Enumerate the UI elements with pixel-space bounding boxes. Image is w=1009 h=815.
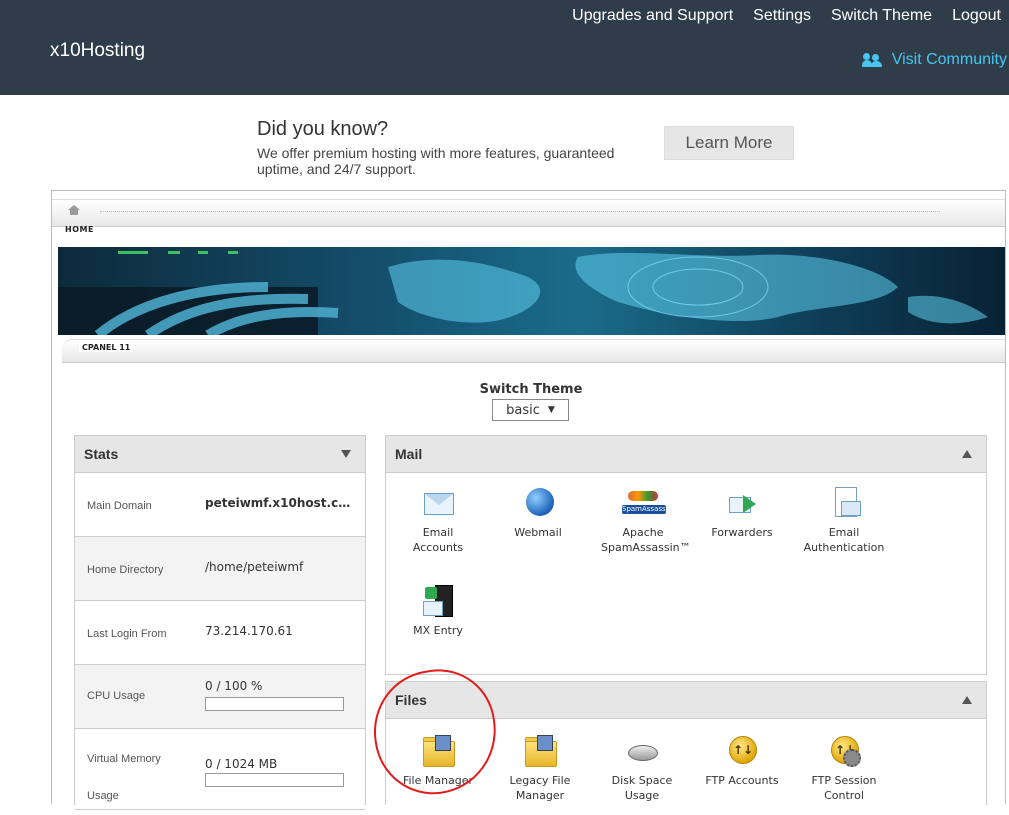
app-label: Email Accounts (412, 526, 464, 554)
app-label: Disk Space Usage (611, 774, 673, 802)
stat-label: Virtual Memory Usage (87, 753, 161, 802)
stat-row-virtual-memory: Virtual Memory Usage 0 / 1024 MB (75, 729, 365, 810)
stat-label: Home Directory (87, 564, 164, 576)
stat-row-cpu-usage: CPU Usage 0 / 100 % (75, 665, 365, 729)
mx-server-icon (421, 583, 455, 619)
forward-envelope-icon (725, 485, 759, 521)
dropdown-arrow-icon: ▼ (547, 405, 555, 415)
cpanel-label: CPANEL 11 (79, 343, 134, 352)
users-icon (861, 53, 884, 67)
stat-label: Main Domain (87, 500, 152, 512)
app-email-authentication[interactable]: Email Authentication (798, 485, 890, 555)
app-spamassassin[interactable]: SpamAssassin Apache SpamAssassin™ (596, 485, 691, 555)
top-header: x10Hosting Upgrades and Support Settings… (0, 0, 1009, 95)
promo-title: Did you know? (257, 118, 389, 140)
visit-community-label: Visit Community (891, 51, 1007, 68)
globe-icon (521, 485, 555, 521)
brand-logo[interactable]: x10Hosting (50, 40, 145, 62)
nav-upgrades-support[interactable]: Upgrades and Support (572, 7, 733, 25)
app-label: FTP Session Control (811, 774, 877, 802)
stat-value: 0 / 1024 MB (205, 757, 278, 771)
learn-more-button[interactable]: Learn More (664, 126, 794, 160)
cpu-usage-bar (205, 697, 344, 711)
stat-row-home-directory: Home Directory /home/peteiwmf (75, 537, 365, 601)
mail-title: Mail (395, 446, 423, 462)
app-email-accounts[interactable]: Email Accounts (392, 485, 484, 555)
stat-label: Last Login From (87, 628, 167, 640)
app-label: Webmail (514, 526, 562, 539)
theme-select[interactable]: basic ▼ (492, 399, 569, 421)
promo-text: We offer premium hosting with more featu… (257, 145, 615, 177)
app-webmail[interactable]: Webmail (492, 485, 584, 540)
stat-value: 0 / 100 % (205, 679, 263, 693)
home-tab-bar (52, 199, 1005, 227)
nav-switch-theme[interactable]: Switch Theme (831, 7, 932, 25)
email-auth-icon (827, 485, 861, 521)
mail-apps: Email Accounts Webmail SpamAssassin Apac… (386, 473, 986, 673)
app-label: FTP Accounts (705, 774, 779, 787)
stat-value: 73.214.170.61 (205, 624, 293, 638)
stat-value: peteiwmf.x10host.co... (205, 496, 355, 510)
stat-row-last-login: Last Login From 73.214.170.61 (75, 601, 365, 665)
mail-panel-header[interactable]: Mail (386, 436, 986, 473)
stat-value: /home/peteiwmf (205, 560, 304, 574)
mail-panel: Mail Email Accounts Webmail SpamAssassin… (385, 435, 987, 675)
stats-title: Stats (84, 446, 119, 462)
app-label: MX Entry (413, 624, 463, 637)
collapse-arrow-icon[interactable] (341, 450, 351, 458)
divider (100, 211, 940, 212)
app-disk-space-usage[interactable]: Disk Space Usage (596, 733, 688, 803)
app-label: Forwarders (711, 526, 773, 539)
nav-logout[interactable]: Logout (952, 7, 1001, 25)
disk-icon (625, 733, 659, 769)
collapse-arrow-icon[interactable] (962, 450, 972, 458)
nav-settings[interactable]: Settings (753, 7, 811, 25)
memory-usage-bar (205, 773, 344, 787)
home-icon[interactable] (68, 205, 80, 215)
app-label: Email Authentication (803, 526, 885, 554)
cpanel-frame: HOME CPANEL 11 Switch Theme basic ▼ Stat… (51, 190, 1006, 810)
ftp-icon: ↑↓ (725, 733, 759, 769)
switch-theme-label: Switch Theme (479, 382, 583, 397)
stats-panel: Stats Main Domain peteiwmf.x10host.co...… (74, 435, 366, 810)
ftp-session-icon: ↑↓ (827, 733, 861, 769)
app-mx-entry[interactable]: MX Entry (392, 583, 484, 638)
stats-panel-header[interactable]: Stats (75, 436, 365, 473)
envelope-icon (421, 485, 455, 521)
stat-label: CPU Usage (87, 690, 146, 702)
theme-select-value: basic (506, 402, 540, 418)
cpanel-banner-image (58, 247, 1005, 335)
app-ftp-session-control[interactable]: ↑↓ FTP Session Control (798, 733, 890, 803)
collapse-arrow-icon[interactable] (962, 696, 972, 704)
app-label: Legacy File Manager (509, 774, 571, 802)
visit-community-link[interactable]: Visit Community (861, 51, 1007, 69)
folder-icon (523, 733, 557, 769)
app-forwarders[interactable]: Forwarders (696, 485, 788, 540)
app-ftp-accounts[interactable]: ↑↓ FTP Accounts (696, 733, 788, 788)
home-label[interactable]: HOME (65, 225, 94, 234)
cpanel-version-bar (62, 339, 1005, 363)
app-label: Apache SpamAssassin™ (601, 526, 691, 554)
top-nav: Upgrades and Support Settings Switch The… (552, 7, 1001, 25)
spamassassin-icon: SpamAssassin (622, 485, 672, 521)
stat-row-main-domain: Main Domain peteiwmf.x10host.co... (75, 473, 365, 537)
app-legacy-file-manager[interactable]: Legacy File Manager (494, 733, 586, 803)
